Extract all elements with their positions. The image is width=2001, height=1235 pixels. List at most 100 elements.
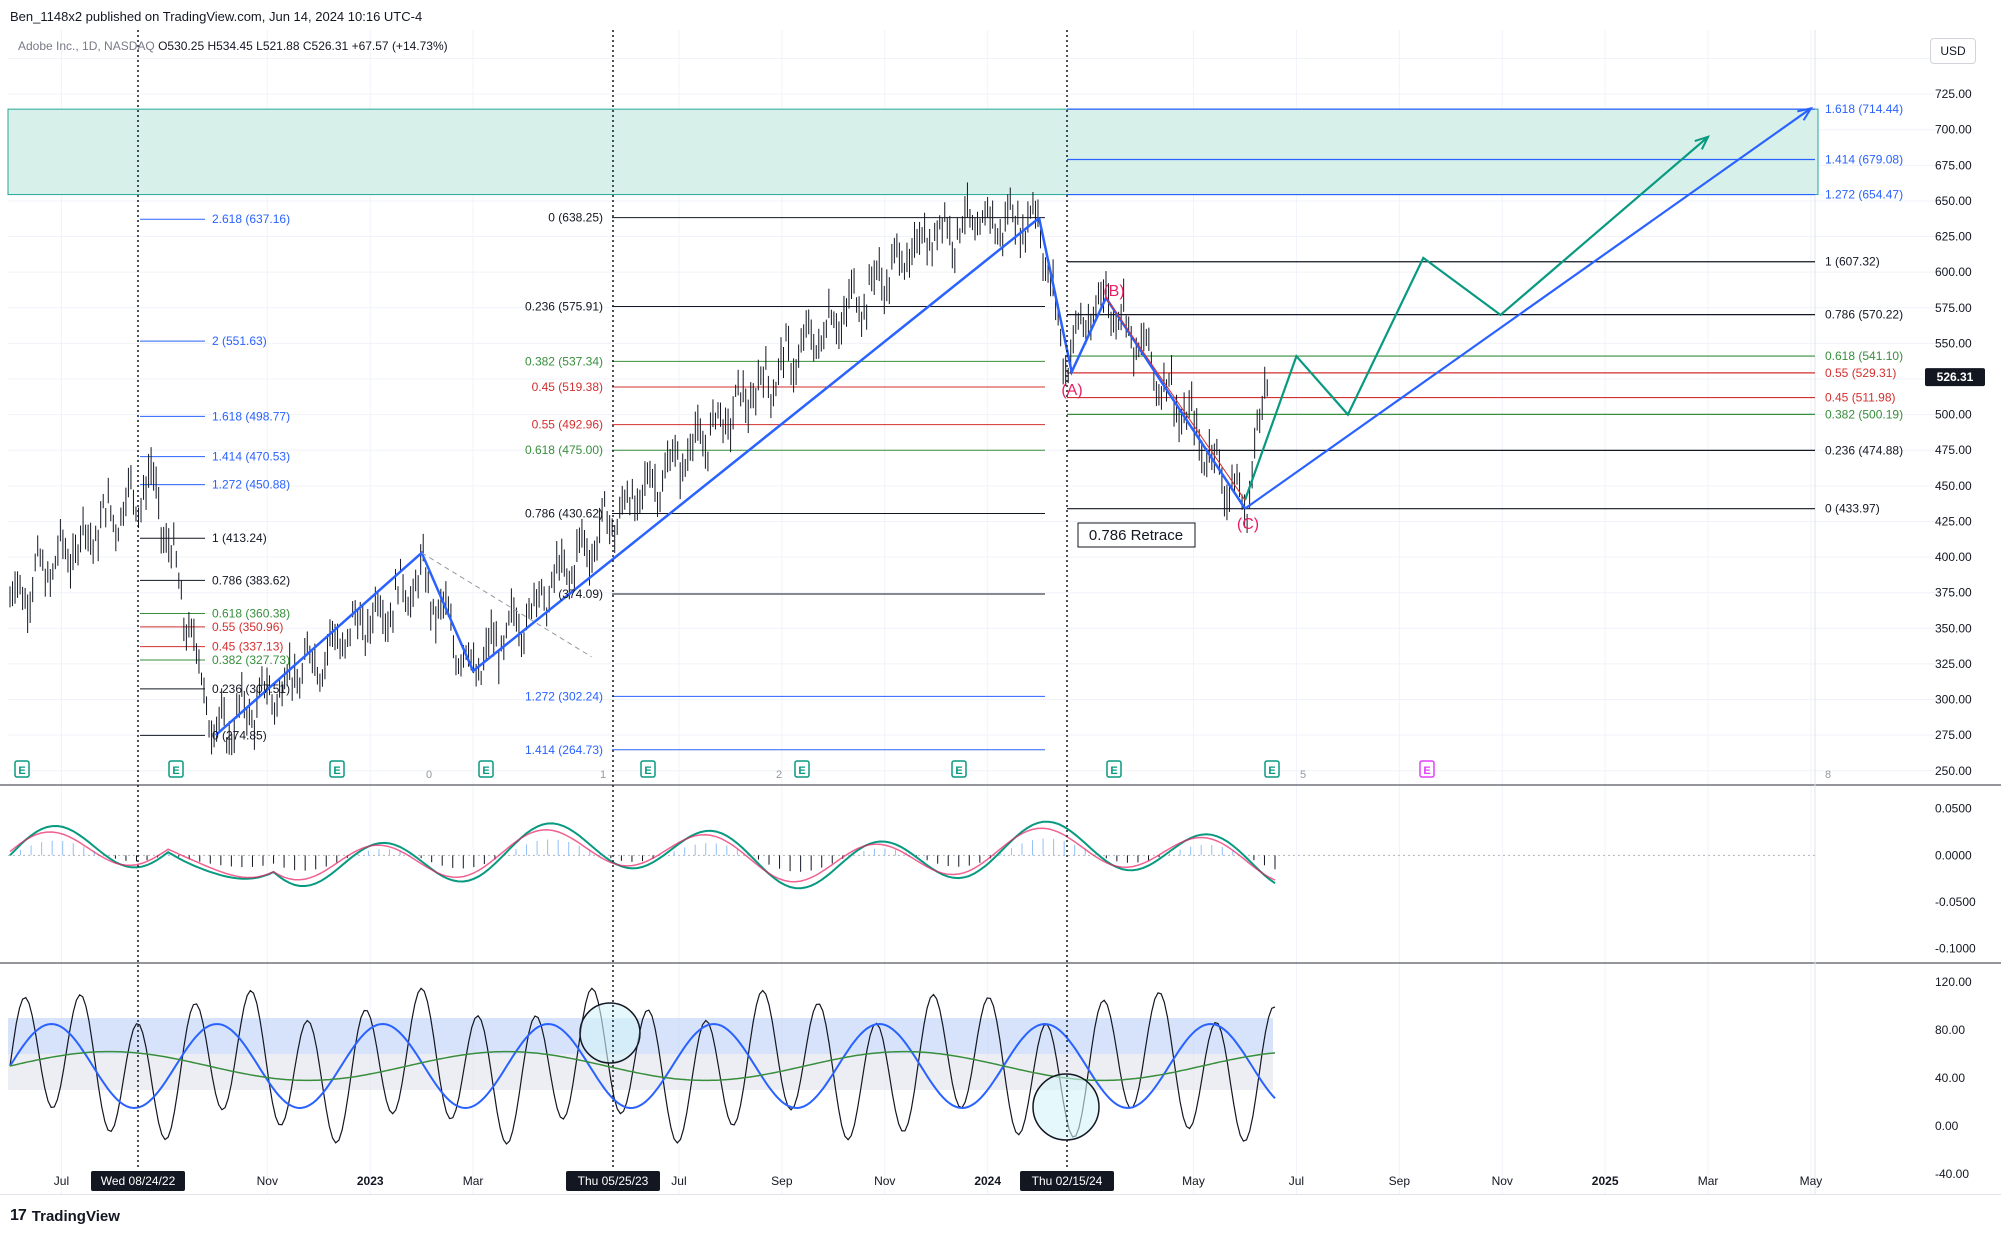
time-axis-tick: Jul xyxy=(54,1174,69,1188)
fib-label-left: 0.236 (307.51) xyxy=(212,682,290,696)
price-axis-tick: 650.00 xyxy=(1935,194,1972,208)
symbol-name: Adobe Inc., 1D, NASDAQ xyxy=(18,39,155,53)
fib-label-left: 1.618 (498.77) xyxy=(212,409,290,423)
price-axis-tick: 600.00 xyxy=(1935,265,1972,279)
time-axis-tick: Mar xyxy=(1698,1174,1719,1188)
macd-axis-tick: 0.0000 xyxy=(1935,848,1972,862)
fib-label-right: 1.618 (714.44) xyxy=(1825,102,1903,116)
publish-header-text: Ben_1148x2 published on TradingView.com,… xyxy=(10,9,423,24)
tradingview-logo[interactable]: 17 TradingView xyxy=(10,1207,120,1225)
fib-label-left: 0.55 (350.96) xyxy=(212,620,283,634)
fib-label-mid: 0.236 (575.91) xyxy=(525,299,603,313)
fib-label-left: 1.272 (450.88) xyxy=(212,478,290,492)
fib-label-right: 1.414 (679.08) xyxy=(1825,153,1903,167)
publish-header: Ben_1148x2 published on TradingView.com,… xyxy=(0,0,2001,30)
wave-label-b: (B) xyxy=(1103,283,1124,300)
fib-label-right: 1.272 (654.47) xyxy=(1825,188,1903,202)
fib-label-left: 1.414 (470.53) xyxy=(212,450,290,464)
footer: 17 TradingView xyxy=(0,1194,2001,1235)
fib-label-left: 1 (413.24) xyxy=(212,531,267,545)
fib-label-left: 0.45 (337.13) xyxy=(212,640,283,654)
price-axis-tick: 275.00 xyxy=(1935,728,1972,742)
price-axis-tick: 350.00 xyxy=(1935,621,1972,635)
fib-label-right: 0.236 (474.88) xyxy=(1825,443,1903,457)
retrace-label: 0.786 Retrace xyxy=(1089,527,1183,544)
price-axis-tick: 575.00 xyxy=(1935,301,1972,315)
fib-label-left: 2 (551.63) xyxy=(212,334,267,348)
highlight-circle xyxy=(1032,1073,1100,1141)
fib-label-mid: 0 (638.25) xyxy=(548,211,603,225)
earnings-marker-label: E xyxy=(482,765,489,777)
price-axis-tick: 400.00 xyxy=(1935,550,1972,564)
fib-label-right: 0.45 (511.98) xyxy=(1825,391,1896,405)
time-axis-tick: Mar xyxy=(463,1174,484,1188)
earnings-marker-label: E xyxy=(172,765,179,777)
price-axis-tick: 625.00 xyxy=(1935,230,1972,244)
brand-name: TradingView xyxy=(31,1207,120,1225)
time-axis-tick: 2023 xyxy=(357,1174,384,1188)
fib-label-mid: 0.45 (519.38) xyxy=(532,380,603,394)
price-axis-tick: 250.00 xyxy=(1935,764,1972,778)
price-axis-tick: 550.00 xyxy=(1935,336,1972,350)
symbol-legend: Adobe Inc., 1D, NASDAQ O530.25 H534.45 L… xyxy=(18,39,448,53)
time-axis-tick: Nov xyxy=(874,1174,895,1188)
fib-label-right: 1 (607.32) xyxy=(1825,255,1880,269)
cycle-number: 1 xyxy=(600,769,606,781)
time-axis-highlight-label: Thu 05/25/23 xyxy=(578,1174,649,1188)
currency-button[interactable]: USD xyxy=(1930,38,1976,64)
earnings-marker-label: E xyxy=(18,765,25,777)
osc-axis-tick: 40.00 xyxy=(1935,1071,1965,1085)
fib-label-left: 0.786 (383.62) xyxy=(212,573,290,587)
fib-label-mid: 0.786 (430.62) xyxy=(525,506,603,520)
osc-axis-tick: 80.00 xyxy=(1935,1023,1965,1037)
price-axis-tick: 450.00 xyxy=(1935,479,1972,493)
fib-label-right: 0 (433.97) xyxy=(1825,502,1880,516)
price-axis-tick: 700.00 xyxy=(1935,123,1972,137)
wave-label-a: (A) xyxy=(1061,382,1082,399)
cycle-number: 2 xyxy=(776,769,782,781)
fib-label-right: 0.55 (529.31) xyxy=(1825,366,1896,380)
cycle-number: 0 xyxy=(426,769,432,781)
time-axis-tick: Sep xyxy=(1389,1174,1411,1188)
macd-axis-tick: -0.1000 xyxy=(1935,942,1976,956)
price-axis-tick: 725.00 xyxy=(1935,87,1972,101)
tradingview-logo-icon: 17 xyxy=(10,1207,27,1224)
time-axis-tick: Jul xyxy=(1289,1174,1304,1188)
earnings-marker-label: E xyxy=(1110,765,1117,777)
fib-label-right: 0.618 (541.10) xyxy=(1825,349,1903,363)
highlight-circle xyxy=(579,1002,641,1064)
price-axis-tick: 300.00 xyxy=(1935,693,1972,707)
osc-axis-tick: -40.00 xyxy=(1935,1167,1969,1181)
ohlc-values: O530.25 H534.45 L521.88 C526.31 +67.57 (… xyxy=(158,39,448,53)
fib-label-mid: (374.09) xyxy=(558,587,603,601)
price-axis-tick: 500.00 xyxy=(1935,408,1972,422)
price-axis-tick: 375.00 xyxy=(1935,586,1972,600)
earnings-marker-label: E xyxy=(644,765,651,777)
fib-label-right: 0.786 (570.22) xyxy=(1825,308,1903,322)
fib-label-left: 0 (274.85) xyxy=(212,728,267,742)
fib-label-mid: 0.55 (492.96) xyxy=(532,418,603,432)
wave-label-c: (C) xyxy=(1237,516,1259,533)
earnings-marker-label: E xyxy=(798,765,805,777)
time-axis-tick: 2024 xyxy=(974,1174,1001,1188)
time-axis-tick: Nov xyxy=(1492,1174,1513,1188)
osc-axis-tick: 120.00 xyxy=(1935,975,1972,989)
fib-label-mid: 0.382 (537.34) xyxy=(525,354,603,368)
earnings-marker-label: E xyxy=(1268,765,1275,777)
earnings-marker-label: E xyxy=(1423,765,1430,777)
price-axis-tick: 475.00 xyxy=(1935,443,1972,457)
chart-canvas[interactable]: 3.618 (775.35)2.618 (637.16)2 (551.63)1.… xyxy=(0,30,2001,1224)
cycle-number: 8 xyxy=(1825,769,1831,781)
price-axis-tick: 325.00 xyxy=(1935,657,1972,671)
cycle-number: 5 xyxy=(1300,769,1306,781)
earnings-marker-label: E xyxy=(333,765,340,777)
price-axis-tick: 675.00 xyxy=(1935,158,1972,172)
time-axis-tick: Sep xyxy=(771,1174,793,1188)
fib-label-mid: 0.618 (475.00) xyxy=(525,443,603,457)
target-zone xyxy=(7,108,1819,196)
earnings-marker-label: E xyxy=(955,765,962,777)
time-axis-tick: May xyxy=(1800,1174,1823,1188)
price-axis-tick: 425.00 xyxy=(1935,514,1972,528)
time-axis-tick: May xyxy=(1182,1174,1205,1188)
fib-label-left: 2.618 (637.16) xyxy=(212,212,290,226)
